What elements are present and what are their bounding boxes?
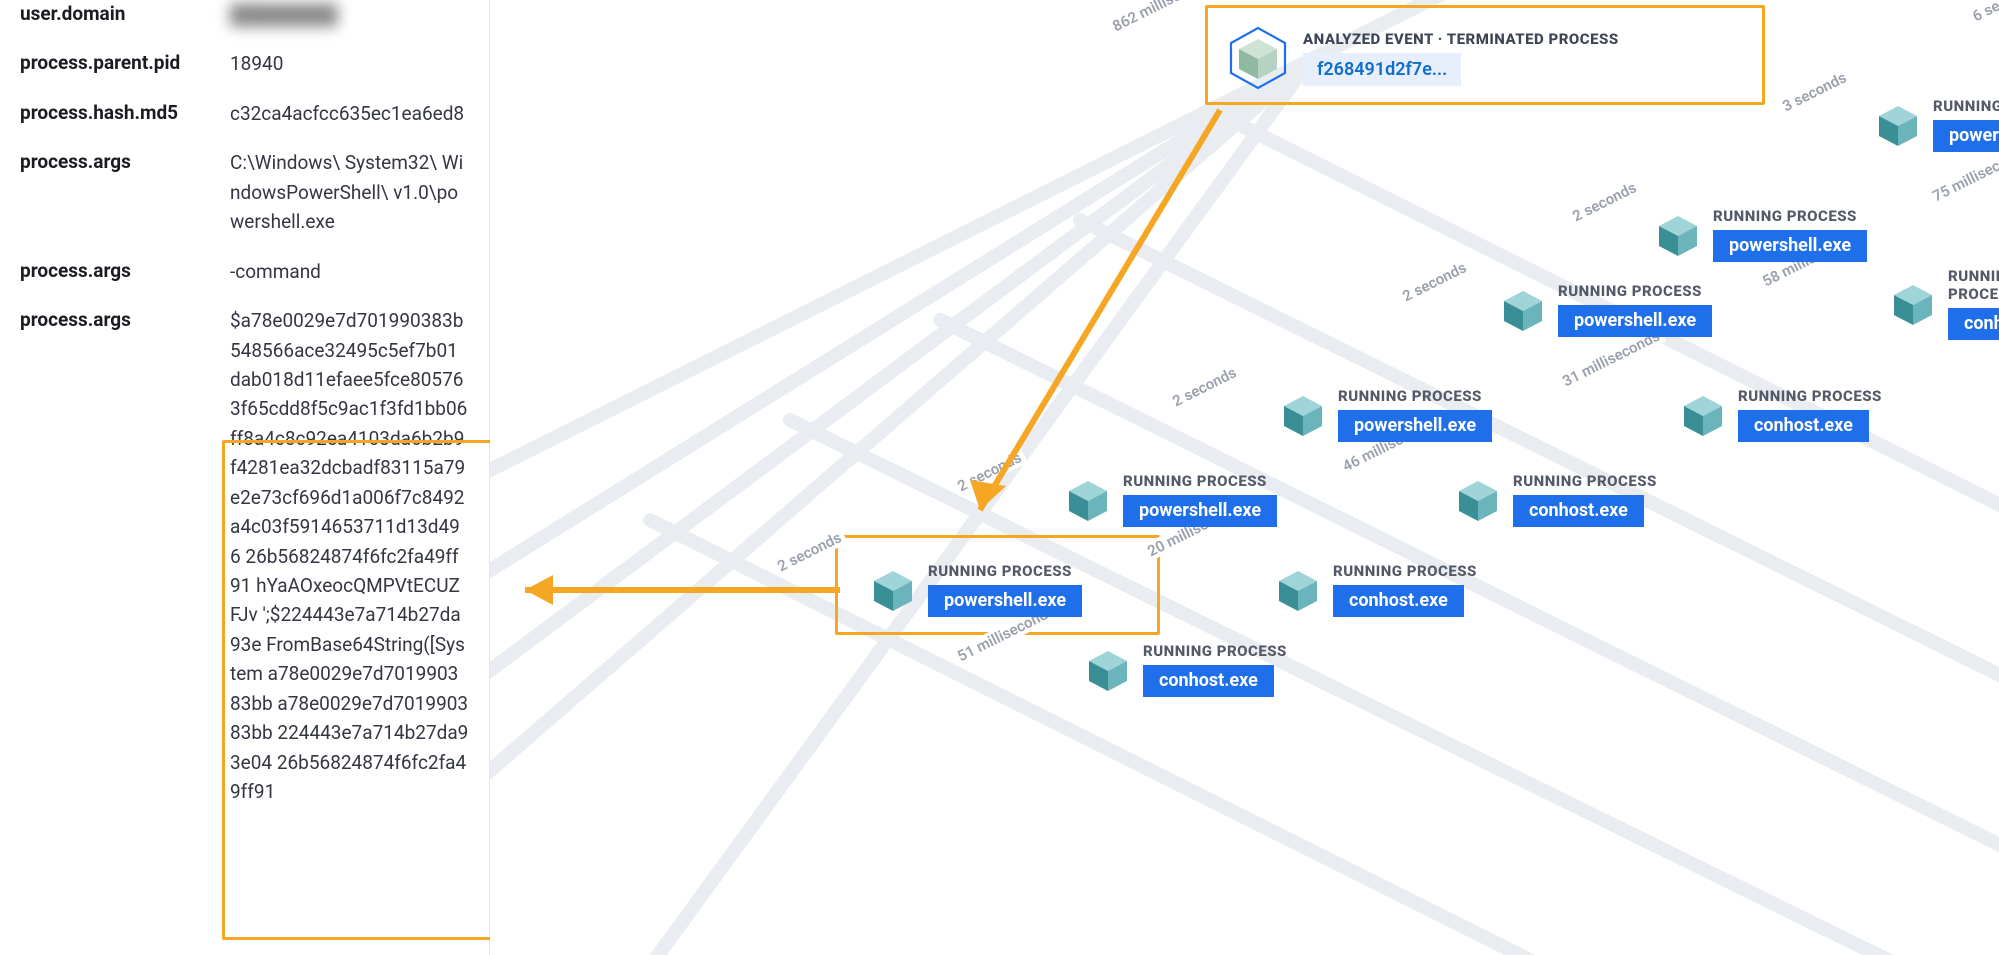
- field-row: user.domain████████: [20, 0, 469, 29]
- field-row: process.args$a78e0029e7d701990383b 54856…: [20, 306, 469, 806]
- node-label-pill[interactable]: conhost.exe: [1738, 410, 1869, 442]
- node-status: RUNNING PROCESS: [1558, 282, 1712, 300]
- node-status: RUNNING PROCESS: [1123, 472, 1277, 490]
- hex-ring-icon: [1225, 25, 1291, 91]
- cube-icon: [1875, 102, 1921, 148]
- cube-icon: [1085, 647, 1131, 693]
- node-ch5[interactable]: RUNNING PROCESS conhost.exe: [1455, 472, 1657, 527]
- field-value[interactable]: c32ca4acfcc635ec1ea6ed8: [230, 99, 469, 128]
- field-key: process.args: [20, 148, 230, 173]
- node-ps4[interactable]: RUNNING PROCESS powershell.exe: [1280, 387, 1492, 442]
- node-ch4[interactable]: RUNNING PROCESS conhost.exe: [1680, 387, 1882, 442]
- cube-icon: [1065, 477, 1111, 523]
- node-label-pill[interactable]: conhost.exe: [1333, 585, 1464, 617]
- cube-icon: [1280, 392, 1326, 438]
- node-status: RUNNING PROCESS: [1738, 387, 1882, 405]
- field-row: process.hash.md5c32ca4acfcc635ec1ea6ed8: [20, 99, 469, 128]
- cube-icon: [1275, 567, 1321, 613]
- cube-icon: [1500, 287, 1546, 333]
- node-ps5[interactable]: RUNNING PROCESS powershell.exe: [1065, 472, 1277, 527]
- field-value[interactable]: C:\Windows\ System32\ WindowsPowerShell\…: [230, 148, 469, 236]
- node-label-pill[interactable]: powershell.exe: [1713, 230, 1867, 262]
- node-label-pill[interactable]: powershell.exe: [928, 585, 1082, 617]
- field-value[interactable]: 18940: [230, 49, 469, 78]
- node-label-pill[interactable]: conhost.exe: [1513, 495, 1644, 527]
- node-ch6[interactable]: RUNNING PROCESS conhost.exe: [1275, 562, 1477, 617]
- node-label-pill[interactable]: powershell.exe: [1123, 495, 1277, 527]
- node-label-pill[interactable]: conhost.exe: [1143, 665, 1274, 697]
- cube-icon: [1455, 477, 1501, 523]
- node-status: ANALYZED EVENT · TERMINATED PROCESS: [1303, 30, 1619, 48]
- cube-icon: [1890, 281, 1936, 327]
- node-status: RUNNING PROCESS: [1338, 387, 1492, 405]
- field-key: process.args: [20, 306, 230, 331]
- node-label-pill[interactable]: conhost.exe: [1948, 308, 1999, 340]
- node-ps6[interactable]: RUNNING PROCESS powershell.exe: [870, 562, 1082, 617]
- field-row: process.argsC:\Windows\ System32\ Window…: [20, 148, 469, 236]
- node-ps1[interactable]: RUNNING PROCESS powershell.exe: [1875, 97, 1999, 152]
- field-row: process.args-command: [20, 257, 469, 286]
- field-key: process.parent.pid: [20, 49, 230, 74]
- process-tree-graph[interactable]: ANALYZED EVENT · TERMINATED PROCESS f268…: [490, 0, 1999, 955]
- node-status: RUNNING PROCESS: [1948, 267, 1999, 303]
- field-key: process.hash.md5: [20, 99, 230, 124]
- node-label-pill[interactable]: powershell.exe: [1338, 410, 1492, 442]
- field-value[interactable]: -command: [230, 257, 469, 286]
- node-status: RUNNING PROCESS: [1933, 97, 1999, 115]
- node-status: RUNNING PROCESS: [1713, 207, 1867, 225]
- field-value[interactable]: ████████: [230, 0, 469, 29]
- cube-icon: [1655, 212, 1701, 258]
- node-analyzed-root[interactable]: ANALYZED EVENT · TERMINATED PROCESS f268…: [1225, 25, 1619, 91]
- cube-icon: [870, 567, 916, 613]
- node-ch3[interactable]: RUNNING PROCESS conhost.exe: [1890, 267, 1999, 340]
- cube-icon: [1680, 392, 1726, 438]
- field-key: user.domain: [20, 0, 230, 25]
- event-details-panel: user.domain████████process.parent.pid189…: [0, 0, 490, 955]
- node-ch7[interactable]: RUNNING PROCESS conhost.exe: [1085, 642, 1287, 697]
- field-value[interactable]: $a78e0029e7d701990383b 548566ace32495c5e…: [230, 306, 469, 806]
- node-label-pill[interactable]: powershell.exe: [1933, 120, 1999, 152]
- node-status: RUNNING PROCESS: [1143, 642, 1287, 660]
- node-ps2[interactable]: RUNNING PROCESS powershell.exe: [1655, 207, 1867, 262]
- node-label-pill[interactable]: f268491d2f7e...: [1303, 53, 1461, 86]
- node-status: RUNNING PROCESS: [1333, 562, 1477, 580]
- field-row: process.parent.pid18940: [20, 49, 469, 78]
- node-status: RUNNING PROCESS: [928, 562, 1082, 580]
- node-label-pill[interactable]: powershell.exe: [1558, 305, 1712, 337]
- node-status: RUNNING PROCESS: [1513, 472, 1657, 490]
- node-ps3[interactable]: RUNNING PROCESS powershell.exe: [1500, 282, 1712, 337]
- field-key: process.args: [20, 257, 230, 282]
